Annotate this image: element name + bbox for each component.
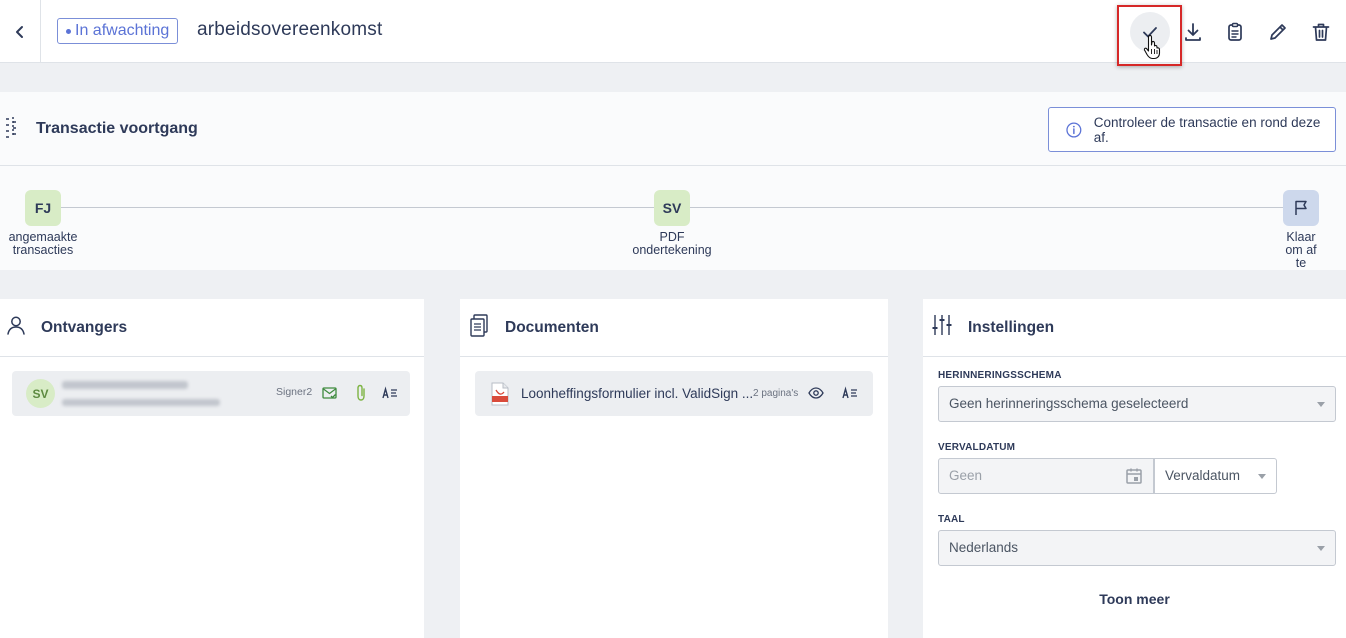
documents-card: Documenten Loonheffingsformulier incl. V… xyxy=(460,299,888,638)
step-1-label: angemaakte transacties xyxy=(8,230,78,257)
info-text: Controleer de transactie en rond deze af… xyxy=(1093,114,1321,145)
document-page-count: 2 pagina's xyxy=(753,388,799,399)
avatar: SV xyxy=(26,379,55,408)
reminder-value: Geen herinneringsschema geselecteerd xyxy=(949,396,1189,411)
caret-down-icon xyxy=(1258,474,1266,479)
recipients-header: Ontvangers xyxy=(0,299,424,357)
step-2-label: PDF ondertekening xyxy=(632,230,712,257)
settings-header: Instellingen xyxy=(923,299,1346,357)
expiry-type-select[interactable]: Vervaldatum xyxy=(1154,458,1277,494)
recipient-row[interactable]: SV Signer2 xyxy=(12,371,410,416)
info-message: Controleer de transactie en rond deze af… xyxy=(1048,107,1336,152)
documents-icon xyxy=(470,314,488,337)
language-select[interactable]: Nederlands xyxy=(938,530,1336,566)
step-3-label: Klaar om af te xyxy=(1285,231,1317,270)
document-details-button[interactable] xyxy=(841,384,859,402)
expiry-date-input[interactable]: Geen xyxy=(938,458,1154,494)
email-sent-button[interactable] xyxy=(321,384,339,402)
transaction-progress: Transactie voortgang Controleer de trans… xyxy=(0,92,1346,270)
progress-title: Transactie voortgang xyxy=(36,120,198,137)
info-icon xyxy=(1066,121,1082,138)
document-name: Loonheffingsformulier incl. ValidSign ..… xyxy=(521,386,754,401)
paperclip-icon xyxy=(357,384,365,401)
chevron-left-icon xyxy=(16,25,23,38)
pdf-file-icon xyxy=(491,382,509,406)
person-icon xyxy=(7,316,25,335)
recipients-title: Ontvangers xyxy=(41,319,128,336)
step-1-badge: FJ xyxy=(25,190,61,226)
page-title: arbeidsovereenkomst xyxy=(197,19,383,40)
person-list-icon xyxy=(382,386,397,399)
caret-down-icon xyxy=(1317,402,1325,407)
person-list-icon xyxy=(842,386,857,399)
recipient-details-button[interactable] xyxy=(381,384,399,402)
progress-list-icon xyxy=(6,117,16,138)
settings-title: Instellingen xyxy=(968,319,1055,336)
progress-header: Transactie voortgang Controleer de trans… xyxy=(0,92,1346,166)
clipboard-icon xyxy=(1228,22,1242,41)
trash-icon xyxy=(1312,23,1330,41)
edit-button[interactable] xyxy=(1259,13,1297,51)
hand-cursor-icon xyxy=(1143,34,1161,60)
envelope-check-icon xyxy=(322,387,337,399)
reminder-label: HERINNERINGSSCHEMA xyxy=(938,370,1062,381)
sliders-icon xyxy=(932,315,952,335)
expiry-label: VERVALDATUM xyxy=(938,442,1016,453)
documents-header: Documenten xyxy=(460,299,888,357)
document-row[interactable]: Loonheffingsformulier incl. ValidSign ..… xyxy=(475,371,873,416)
recipient-name-redacted xyxy=(62,381,188,389)
expiry-type-value: Vervaldatum xyxy=(1165,468,1241,483)
reminder-select[interactable]: Geen herinneringsschema geselecteerd xyxy=(938,386,1336,422)
settings-card: Instellingen HERINNERINGSSCHEMA Geen her… xyxy=(923,299,1346,638)
flag-icon xyxy=(1295,200,1307,215)
step-2-badge: SV xyxy=(654,190,690,226)
documents-title: Documenten xyxy=(505,319,599,336)
download-icon xyxy=(1185,23,1201,41)
caret-down-icon xyxy=(1317,546,1325,551)
pencil-icon xyxy=(1270,24,1286,40)
preview-document-button[interactable] xyxy=(807,384,825,402)
clipboard-button[interactable] xyxy=(1216,13,1254,51)
status-badge: In afwachting xyxy=(57,18,179,44)
expiry-value: Geen xyxy=(949,468,983,483)
language-label: TAAL xyxy=(938,514,965,525)
eye-icon xyxy=(808,387,824,399)
back-button[interactable] xyxy=(0,0,41,63)
recipient-email-redacted xyxy=(62,399,220,406)
language-value: Nederlands xyxy=(949,540,1019,555)
status-dot-icon xyxy=(66,28,71,34)
attachment-button[interactable] xyxy=(352,384,370,402)
signer-role: Signer2 xyxy=(276,386,313,398)
show-more-link[interactable]: Toon meer xyxy=(923,591,1346,607)
download-button[interactable] xyxy=(1174,13,1212,51)
step-3-badge xyxy=(1283,190,1319,226)
status-text: In afwachting xyxy=(75,22,170,39)
recipients-card: Ontvangers SV Signer2 xyxy=(0,299,424,638)
delete-button[interactable] xyxy=(1302,13,1340,51)
calendar-icon[interactable] xyxy=(1125,467,1143,485)
